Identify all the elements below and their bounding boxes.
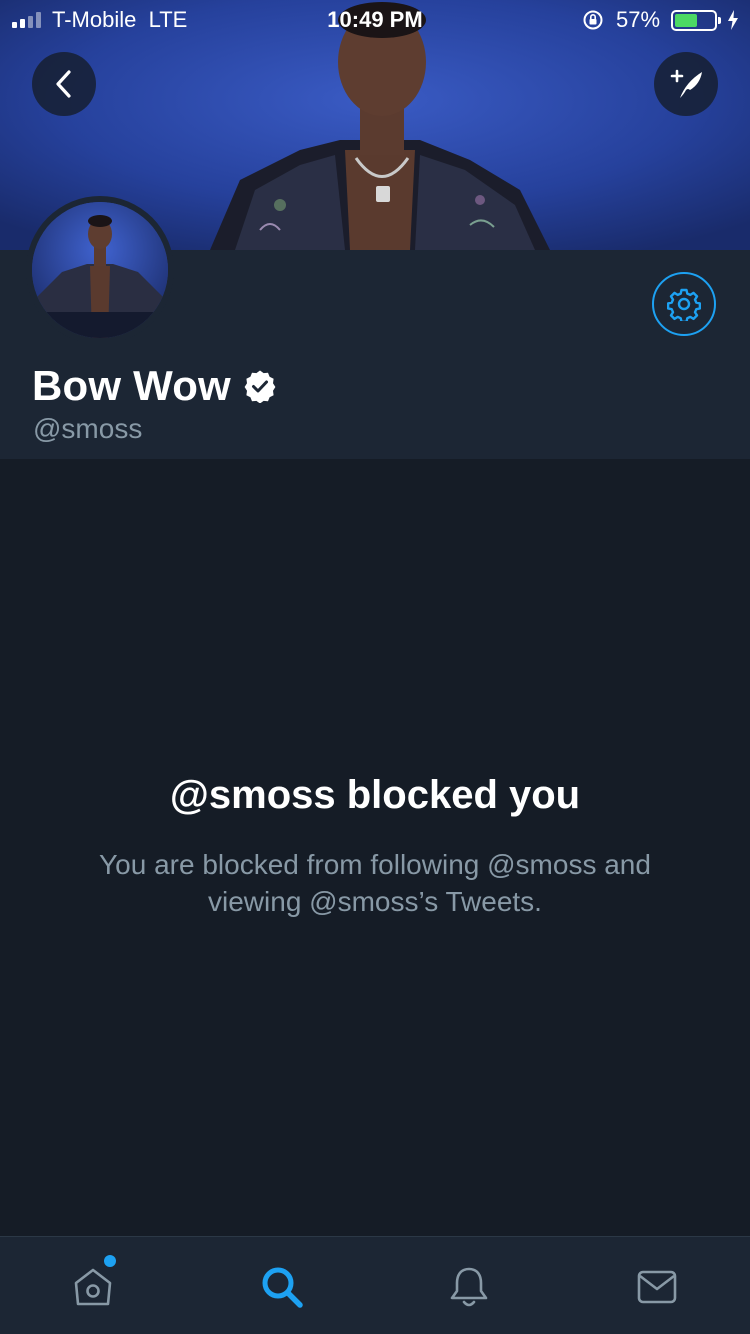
- blocked-title: @smoss blocked you: [169, 773, 581, 817]
- status-bar: T-Mobile LTE 10:49 PM 57%: [0, 0, 750, 40]
- battery-icon: [671, 10, 721, 31]
- home-icon: [74, 1268, 112, 1306]
- profile-name-row: Bow Wow: [32, 362, 277, 410]
- avatar-photo: [32, 202, 168, 338]
- compose-feather-icon: [670, 69, 702, 98]
- compose-tweet-button[interactable]: [654, 52, 718, 116]
- back-button[interactable]: [32, 52, 96, 116]
- gear-icon: [667, 288, 701, 321]
- search-icon: [262, 1267, 303, 1308]
- profile-handle: @smoss: [33, 413, 143, 444]
- bottom-tab-bar: [0, 1236, 750, 1334]
- display-name: Bow Wow: [32, 362, 231, 409]
- orientation-lock-icon: [582, 9, 604, 37]
- tab-notifications[interactable]: [439, 1259, 499, 1315]
- charging-bolt-icon: [727, 9, 739, 37]
- tab-messages[interactable]: [627, 1259, 687, 1315]
- profile-settings-button[interactable]: [652, 272, 716, 336]
- battery-percent: 57%: [616, 7, 661, 32]
- chevron-left-icon: [56, 70, 71, 98]
- blocked-description: You are blocked from following @smoss an…: [99, 849, 651, 917]
- tab-search[interactable]: [252, 1259, 312, 1315]
- home-notification-dot: [104, 1255, 116, 1267]
- bell-icon: [450, 1267, 488, 1307]
- avatar[interactable]: [26, 196, 174, 344]
- verified-badge-icon: [244, 370, 276, 403]
- envelope-icon: [637, 1270, 677, 1304]
- tab-home[interactable]: [63, 1259, 123, 1315]
